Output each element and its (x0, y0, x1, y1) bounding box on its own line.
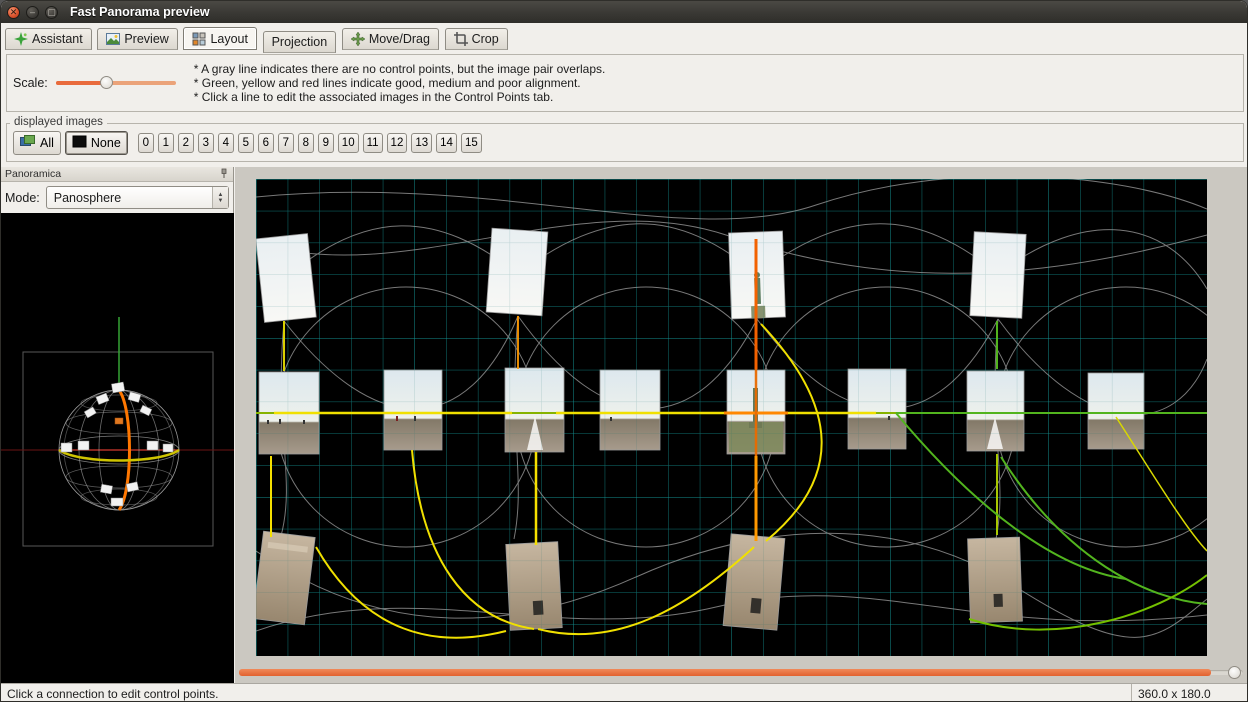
none-button[interactable]: None (65, 131, 128, 155)
panosphere-svg (1, 213, 234, 683)
image-toggle-9[interactable]: 9 (318, 133, 334, 153)
image-toggle-5[interactable]: 5 (238, 133, 254, 153)
scale-panel: Scale: * A gray line indicates there are… (6, 54, 1244, 112)
pano-dimensions: 360.0 x 180.0 (1131, 684, 1248, 702)
mode-combobox[interactable]: Panosphere ▲▼ (46, 186, 229, 209)
help-text: * A gray line indicates there are no con… (194, 62, 606, 104)
fast-panorama-preview-window: ✕ – ▢ Fast Panorama preview Assistant Pr… (0, 0, 1248, 702)
tab-assistant-label: Assistant (32, 32, 83, 46)
image-toggle-15[interactable]: 15 (461, 133, 482, 153)
image-toggle-3[interactable]: 3 (198, 133, 214, 153)
preview-icon (106, 32, 120, 46)
tab-assistant[interactable]: Assistant (5, 28, 92, 50)
layout-canvas[interactable] (256, 179, 1207, 656)
scale-slider[interactable] (56, 75, 176, 91)
image-toggle-12[interactable]: 12 (387, 133, 408, 153)
tab-preview[interactable]: Preview (97, 28, 177, 50)
maximize-button[interactable]: ▢ (45, 6, 58, 19)
close-button[interactable]: ✕ (7, 6, 20, 19)
displayed-images-row: All None 0 1 2 3 4 5 6 7 8 9 10 11 12 13… (7, 124, 1243, 161)
all-button[interactable]: All (13, 131, 61, 155)
tab-layout[interactable]: Layout (183, 27, 257, 50)
tab-move-drag[interactable]: Move/Drag (342, 28, 439, 50)
tabbar: Assistant Preview Layout Projection Move… (1, 23, 1247, 50)
combobox-spinner[interactable]: ▲▼ (212, 187, 228, 208)
mode-row: Mode: Panosphere ▲▼ (1, 182, 233, 213)
move-drag-icon (351, 32, 365, 46)
all-button-label: All (40, 136, 54, 150)
image-toggle-1[interactable]: 1 (158, 133, 174, 153)
all-icon (20, 134, 36, 151)
tab-move-drag-label: Move/Drag (369, 32, 430, 46)
status-message: Click a connection to edit control point… (1, 687, 218, 701)
tab-layout-label: Layout (210, 32, 248, 46)
pane-header: Panoramica (1, 167, 233, 182)
tab-projection-label: Projection (272, 35, 328, 49)
main-area: Panoramica Mode: Panosphere ▲▼ (1, 167, 1248, 683)
pane-title: Panoramica (5, 168, 61, 180)
assistant-icon (14, 32, 28, 46)
panosphere-panel: Panoramica Mode: Panosphere ▲▼ (1, 167, 234, 683)
minimize-button[interactable]: – (26, 6, 39, 19)
grid-overlay (256, 179, 1207, 656)
mode-value: Panosphere (54, 191, 121, 205)
scrollbar-thumb[interactable] (1228, 666, 1241, 679)
scale-slider-fill (56, 81, 106, 85)
scale-slider-thumb[interactable] (100, 76, 113, 89)
help-line-2: * Green, yellow and red lines indicate g… (194, 76, 606, 90)
tab-crop-label: Crop (472, 32, 499, 46)
image-toggle-7[interactable]: 7 (278, 133, 294, 153)
help-line-3: * Click a line to edit the associated im… (194, 90, 606, 104)
scrollbar-fill (239, 669, 1211, 676)
pin-icon[interactable] (219, 167, 229, 182)
image-toggle-4[interactable]: 4 (218, 133, 234, 153)
horizontal-scrollbar[interactable] (239, 666, 1243, 679)
image-toggle-10[interactable]: 10 (338, 133, 359, 153)
none-icon (72, 135, 87, 151)
displayed-images-label: displayed images (10, 116, 107, 128)
scale-label: Scale: (13, 76, 48, 90)
none-button-label: None (91, 136, 121, 150)
canvas-pane (235, 167, 1248, 683)
mode-label: Mode: (5, 191, 40, 205)
image-toggle-0[interactable]: 0 (138, 133, 154, 153)
image-toggle-13[interactable]: 13 (411, 133, 432, 153)
titlebar: ✕ – ▢ Fast Panorama preview (1, 1, 1247, 23)
image-toggle-11[interactable]: 11 (363, 133, 383, 153)
tab-preview-label: Preview (124, 32, 168, 46)
spin-down-icon: ▼ (218, 198, 224, 204)
statusbar: Click a connection to edit control point… (1, 683, 1248, 702)
tab-projection[interactable]: Projection (263, 31, 337, 53)
panosphere-preview[interactable] (1, 213, 234, 683)
image-toggle-14[interactable]: 14 (436, 133, 457, 153)
crop-icon (454, 32, 468, 46)
displayed-images-group: displayed images All None 0 1 2 3 4 5 6 … (6, 123, 1244, 162)
layout-icon (192, 32, 206, 46)
window-title: Fast Panorama preview (70, 5, 210, 19)
help-line-1: * A gray line indicates there are no con… (194, 62, 606, 76)
image-toggle-8[interactable]: 8 (298, 133, 314, 153)
image-toggle-6[interactable]: 6 (258, 133, 274, 153)
tab-crop[interactable]: Crop (445, 28, 508, 50)
image-toggle-2[interactable]: 2 (178, 133, 194, 153)
